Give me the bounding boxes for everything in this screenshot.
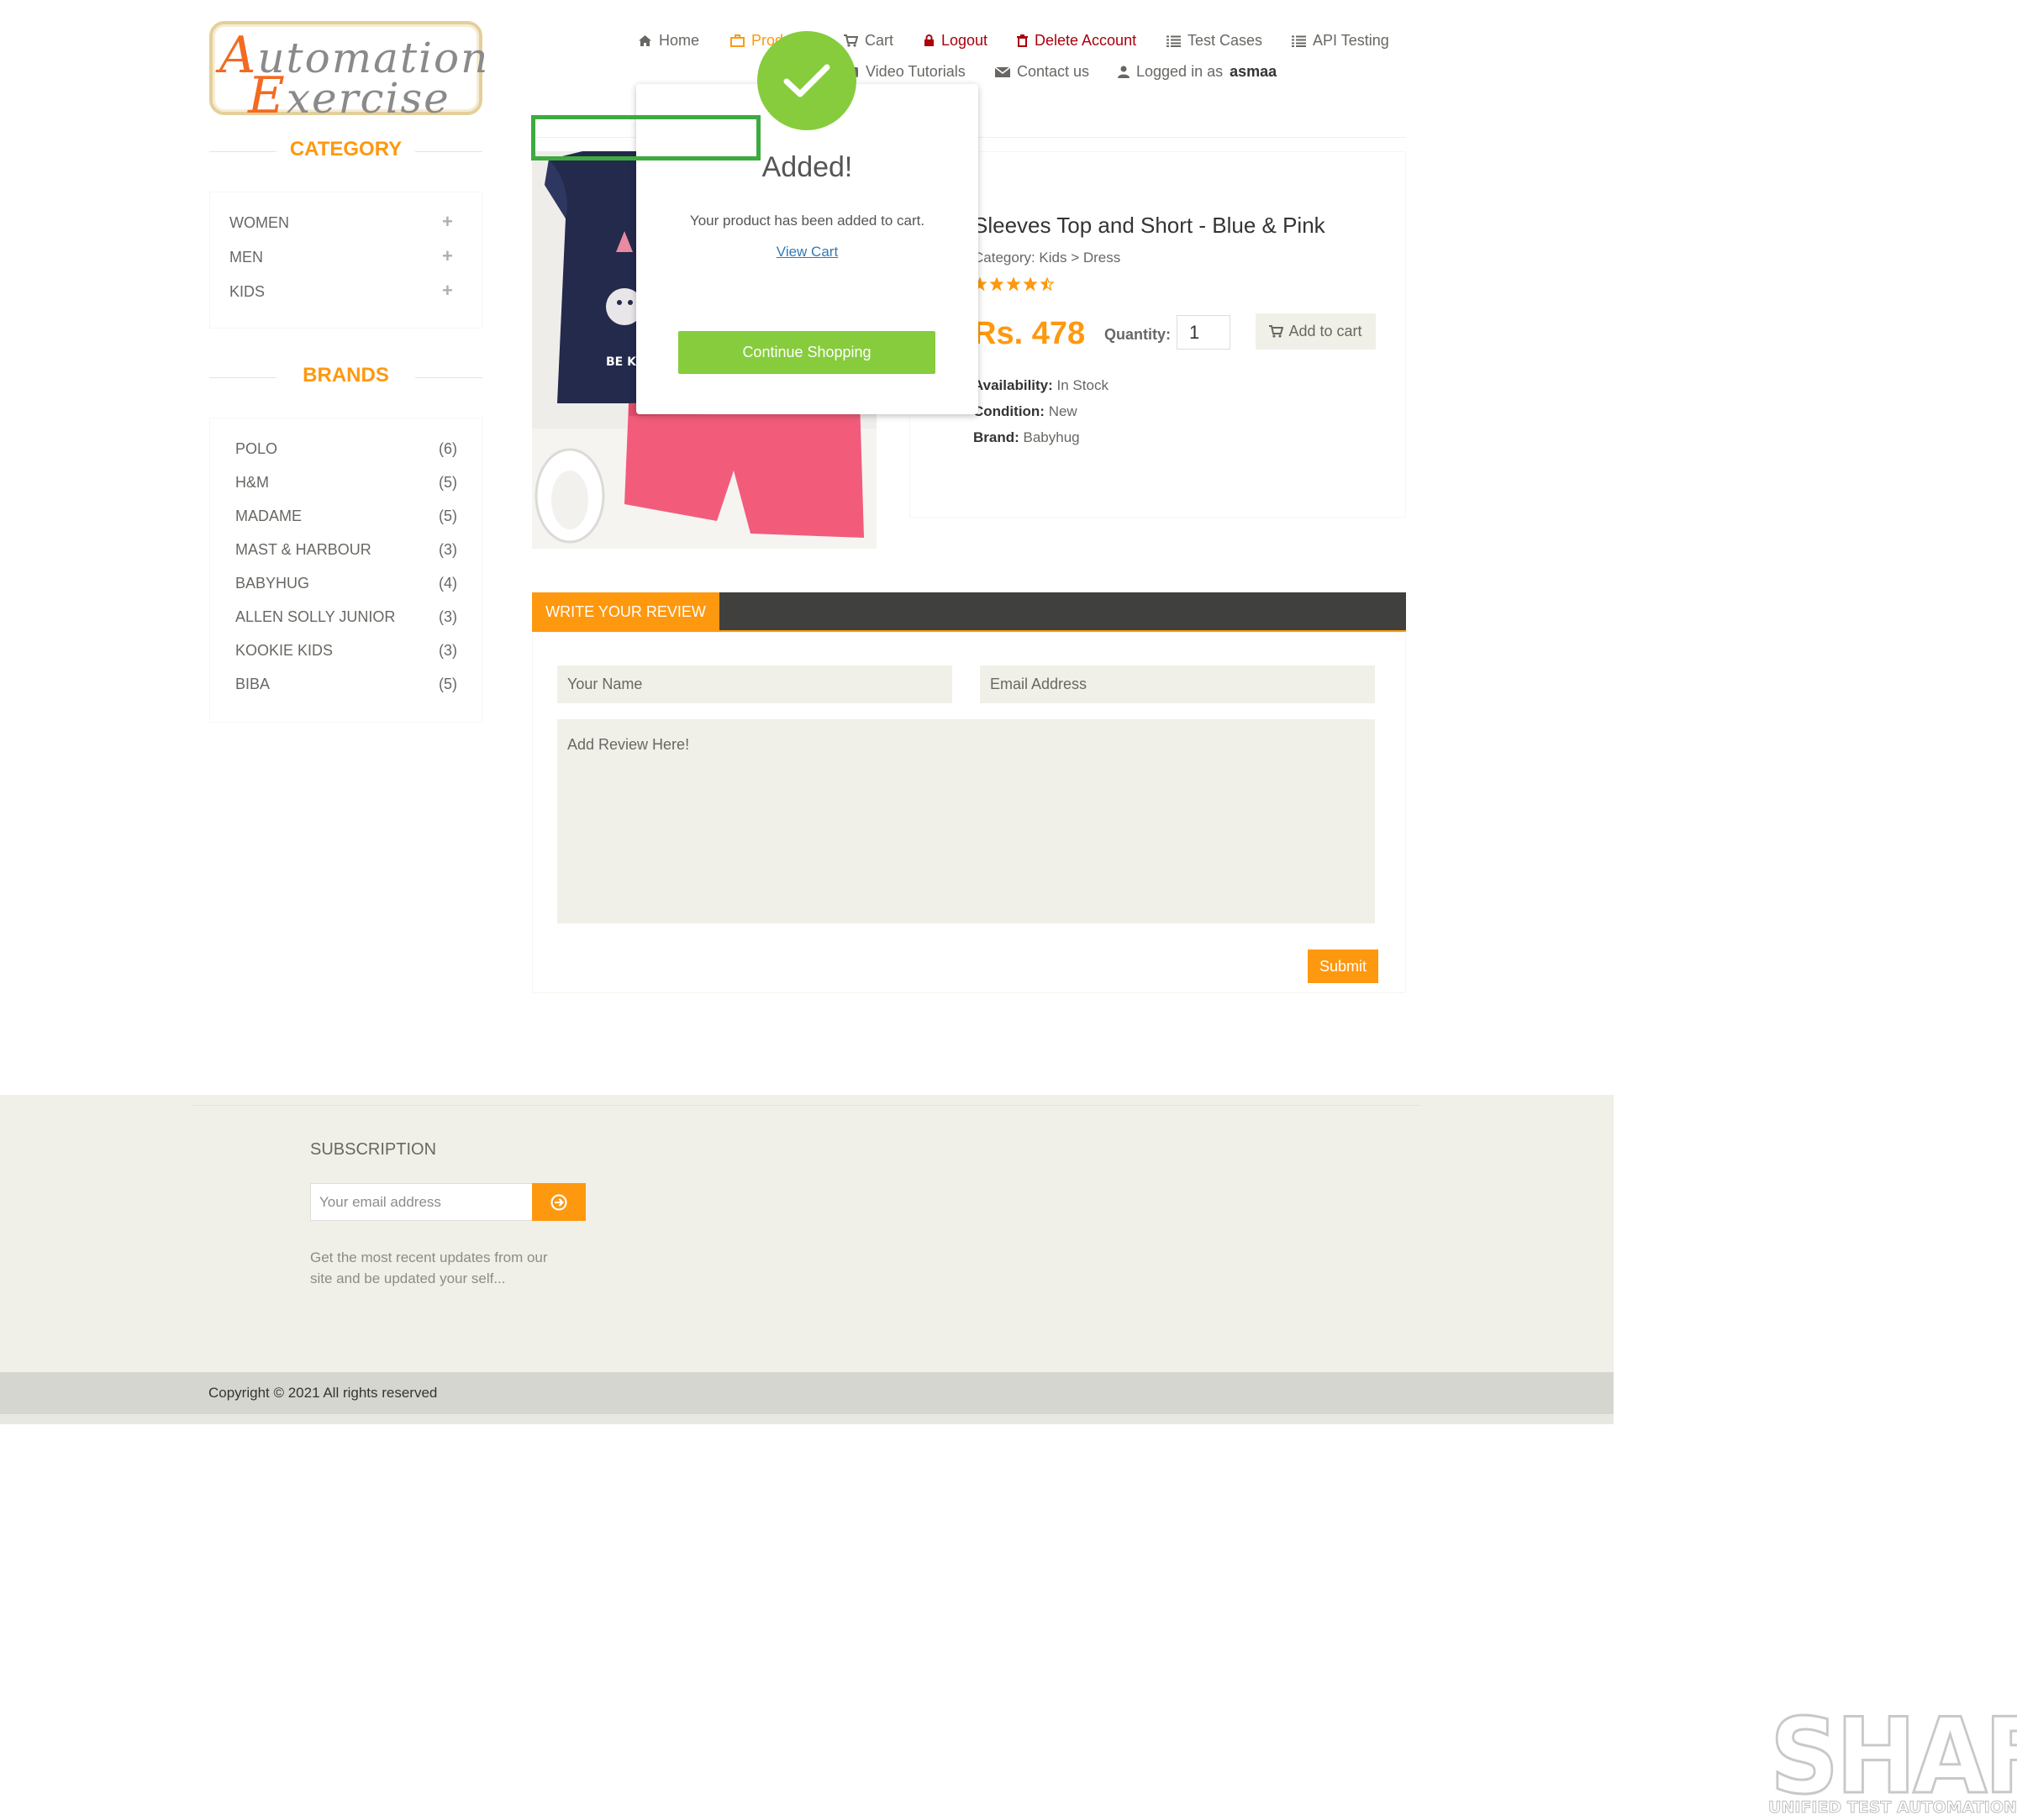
watermark-subtitle: UNIFIED TEST AUTOMATION ENGINE <box>1768 1798 2017 1817</box>
product-category: Category: Kids > Dress <box>973 250 1121 266</box>
brands-title: BRANDS <box>303 364 389 387</box>
lock-icon <box>924 34 934 46</box>
list-icon <box>1292 35 1306 47</box>
availability-value: In Stock <box>1056 377 1109 393</box>
home-icon <box>639 35 651 46</box>
nav-video-tutorials-label: Video Tutorials <box>866 63 966 80</box>
brand-row: Brand: Babyhug <box>973 429 1080 446</box>
quantity-input[interactable]: 1 <box>1177 315 1230 350</box>
brand-count: (3) <box>439 642 457 659</box>
write-review-tab[interactable]: WRITE YOUR REVIEW <box>532 592 719 632</box>
product-title: Sleeves Top and Short - Blue & Pink <box>973 213 1325 238</box>
modal-message: Your product has been added to cart. <box>689 213 925 229</box>
brand-count: (3) <box>439 608 457 625</box>
logo-line-2: Exercise <box>248 66 450 125</box>
subscribe-button[interactable] <box>532 1183 586 1221</box>
arrow-circle-right-icon <box>550 1193 567 1211</box>
brand-count: (6) <box>439 440 457 457</box>
category-women[interactable]: WOMEN <box>229 214 289 232</box>
continue-shopping-button[interactable]: Continue Shopping <box>678 331 935 374</box>
nav-api-testing-link[interactable]: API Testing <box>1292 32 1389 50</box>
brand-name[interactable]: KOOKIE KIDS <box>235 642 333 660</box>
quantity-label: Quantity: <box>1104 326 1171 343</box>
plus-icon[interactable]: + <box>442 245 453 267</box>
nav-home-link[interactable]: Home <box>638 32 699 50</box>
brand-count: (3) <box>439 541 457 558</box>
brand-name[interactable]: POLO <box>235 440 277 458</box>
plus-icon[interactable]: + <box>442 280 453 302</box>
brand-name[interactable]: BABYHUG <box>235 575 309 592</box>
availability-row: Availability: In Stock <box>973 377 1109 394</box>
product-price: Rs. 478 <box>973 316 1086 351</box>
list-icon <box>1166 35 1181 47</box>
availability-label: Availability: <box>973 377 1053 393</box>
element-highlight-box <box>531 115 761 160</box>
brand-count: (5) <box>439 676 457 692</box>
nav-test-cases-link[interactable]: Test Cases <box>1166 32 1262 50</box>
subscription-text: Get the most recent updates from our sit… <box>310 1249 548 1286</box>
plus-icon[interactable]: + <box>442 211 453 233</box>
nav-logout-link[interactable]: Logout <box>924 32 987 50</box>
category-kids[interactable]: KIDS <box>229 283 265 301</box>
envelope-icon <box>995 66 1010 77</box>
review-email-input[interactable] <box>980 665 1375 703</box>
copyright-text: Copyright © 2021 All rights reserved <box>208 1385 438 1401</box>
nav-test-cases-label: Test Cases <box>1188 32 1263 49</box>
product-rating <box>973 277 1054 291</box>
brand-count: (4) <box>439 575 457 592</box>
nav-logout-label: Logout <box>941 32 988 49</box>
condition-row: Condition: New <box>973 403 1077 420</box>
review-name-input[interactable] <box>557 665 952 703</box>
brand-name[interactable]: H&M <box>235 474 269 492</box>
brand-count: (5) <box>439 508 457 524</box>
cart-icon <box>844 34 858 47</box>
check-icon <box>783 64 830 97</box>
brand-count: (5) <box>439 474 457 491</box>
site-logo[interactable]: Automation Exercise <box>209 21 487 125</box>
add-to-cart-button[interactable]: Add to cart <box>1256 313 1376 350</box>
nav-delete-account-link[interactable]: Delete Account <box>1017 32 1136 50</box>
success-badge <box>757 31 856 130</box>
subscription-title: SUBSCRIPTION <box>310 1140 437 1159</box>
subscription-email-input[interactable]: Your email address <box>310 1183 533 1221</box>
logged-in-prefix: Logged in as <box>1136 63 1224 80</box>
brand-value: Babyhug <box>1023 429 1080 445</box>
footer-divider <box>192 1105 1421 1106</box>
category-title: CATEGORY <box>289 138 403 160</box>
review-textarea[interactable] <box>557 719 1375 923</box>
condition-value: New <box>1048 403 1077 419</box>
star-icon <box>1040 277 1054 291</box>
brand-name[interactable]: BIBA <box>235 676 270 693</box>
trash-icon <box>1017 34 1028 47</box>
nav-contact-us-link[interactable]: Contact us <box>995 63 1089 81</box>
view-cart-link[interactable]: View Cart <box>636 244 978 260</box>
products-icon <box>730 34 745 47</box>
category-men[interactable]: MEN <box>229 249 263 266</box>
logged-in-username: asmaa <box>1230 63 1277 80</box>
nav-cart-link[interactable]: Cart <box>844 32 893 50</box>
footer <box>0 1095 1614 1372</box>
star-icon <box>990 277 1003 291</box>
star-icon <box>1007 277 1020 291</box>
cart-icon <box>1269 325 1284 338</box>
nav-video-tutorials-link[interactable]: Video Tutorials <box>849 63 966 81</box>
nav-delete-account-label: Delete Account <box>1035 32 1137 49</box>
review-submit-button[interactable]: Submit <box>1308 949 1378 983</box>
nav-logged-in-status: Logged in as asmaa <box>1118 63 1277 81</box>
brand-name[interactable]: MAST & HARBOUR <box>235 541 371 559</box>
user-icon <box>1118 66 1130 78</box>
brand-name[interactable]: ALLEN SOLLY JUNIOR <box>235 608 395 626</box>
copyright-bar-bottom <box>0 1414 1614 1424</box>
add-to-cart-label: Add to cart <box>1288 323 1362 339</box>
product-image-print: BE KI <box>606 355 640 369</box>
nav-cart-label: Cart <box>865 32 894 49</box>
nav-contact-us-label: Contact us <box>1017 63 1090 80</box>
nav-home-label: Home <box>659 32 700 49</box>
nav-api-testing-label: API Testing <box>1313 32 1389 49</box>
brand-name[interactable]: MADAME <box>235 508 302 525</box>
brand-label: Brand: <box>973 429 1019 445</box>
condition-label: Condition: <box>973 403 1045 419</box>
star-icon <box>1024 277 1037 291</box>
shaft-watermark: SHAFT UNIFIED TEST AUTOMATION ENGINE <box>1765 1696 2017 1820</box>
